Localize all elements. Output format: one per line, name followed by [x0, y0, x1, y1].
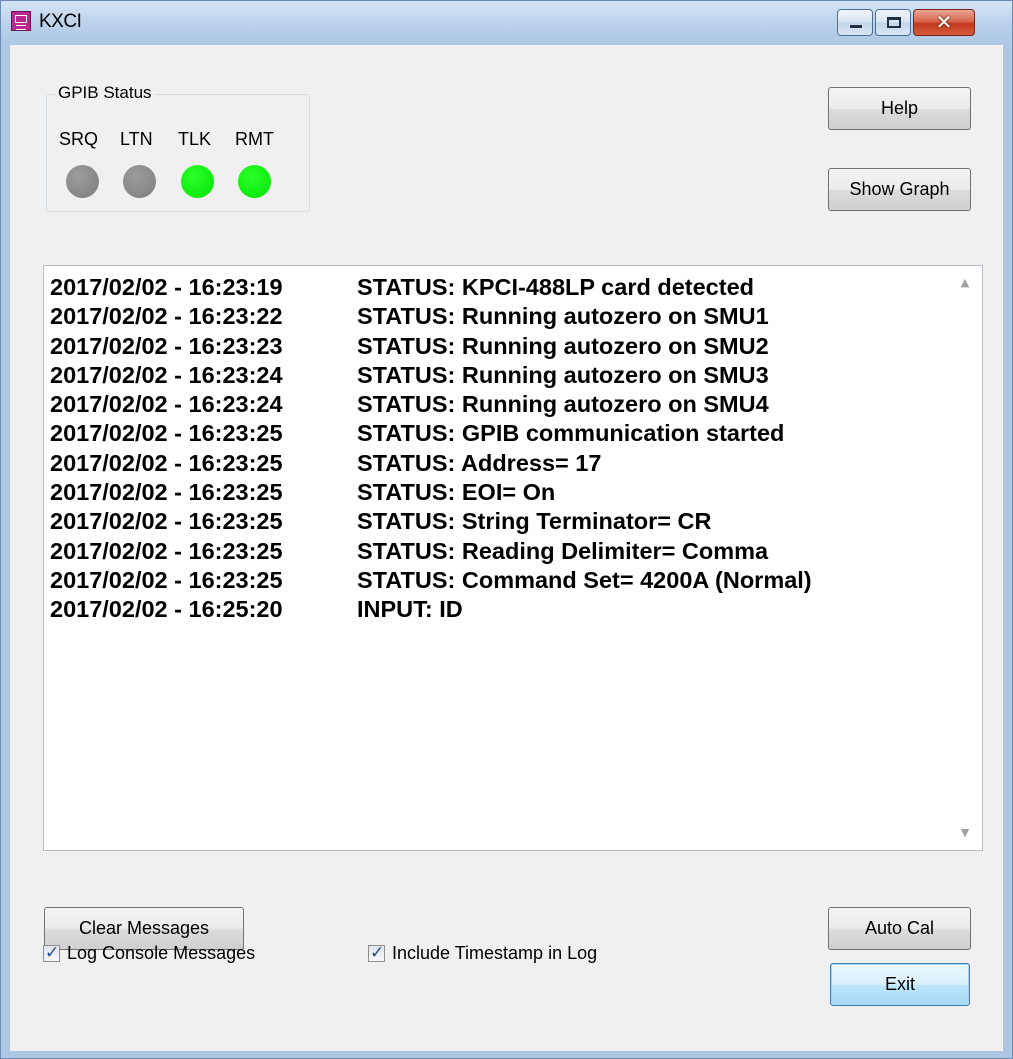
log-line: 2017/02/02 - 16:23:23 STATUS: Running aut…: [50, 332, 930, 361]
close-icon: ✕: [935, 10, 953, 34]
log-message: STATUS: KPCI-488LP card detected: [357, 274, 754, 300]
window-title: KXCI: [39, 11, 82, 32]
log-timestamp: 2017/02/02 - 16:23:25: [50, 537, 283, 564]
log-timestamp: 2017/02/02 - 16:23:25: [50, 508, 283, 535]
help-button[interactable]: Help: [828, 87, 971, 130]
app-icon: [11, 11, 31, 31]
log-console-checkbox[interactable]: ✓ Log Console Messages: [43, 943, 313, 967]
log-line: 2017/02/02 - 16:23:25 STATUS: GPIB commun…: [50, 419, 930, 448]
gpib-status-title: GPIB Status: [55, 83, 155, 103]
log-line: 2017/02/02 - 16:23:25 STATUS: EOI= On: [50, 478, 930, 507]
log-timestamp: 2017/02/02 - 16:23:25: [50, 420, 283, 447]
minimize-icon: [850, 25, 862, 28]
log-message: STATUS: Running autozero on SMU3: [357, 361, 769, 388]
log-console-label[interactable]: Log Console Messages: [67, 943, 255, 964]
kxci-window: KXCI ✕ GPIB Status SRQ LTN TLK RMT Help …: [0, 0, 1013, 1059]
log-message: STATUS: Address= 17: [357, 449, 602, 476]
ltn-label: LTN: [120, 129, 153, 149]
srq-label: SRQ: [59, 129, 99, 149]
include-timestamp-checkbox-box[interactable]: ✓: [368, 943, 385, 963]
scroll-up-arrow-icon[interactable]: ▲: [948, 266, 982, 300]
log-timestamp: 2017/02/02 - 16:23:25: [50, 479, 283, 506]
gpib-status-group: GPIB Status SRQ LTN TLK RMT: [46, 83, 310, 212]
log-message: STATUS: Reading Delimiter= Comma: [357, 537, 769, 564]
log-timestamp: 2017/02/02 - 16:23:22: [50, 303, 283, 330]
log-message: STATUS: String Terminator= CR: [357, 508, 712, 535]
log-lines: 2017/02/02 - 16:23:19 STATUS: KPCI-488LP …: [50, 273, 930, 625]
log-line: 2017/02/02 - 16:23:24 STATUS: Running aut…: [50, 390, 930, 419]
checkmark-icon: ✓: [45, 943, 60, 963]
tlk-indicator: [181, 165, 214, 198]
auto-cal-button[interactable]: Auto Cal: [828, 907, 971, 950]
log-message: INPUT: ID: [357, 596, 463, 623]
srq-indicator: [66, 165, 99, 198]
log-line: 2017/02/02 - 16:23:22 STATUS: Running aut…: [50, 302, 930, 331]
log-line: 2017/02/02 - 16:23:25 STATUS: String Term…: [50, 507, 930, 536]
log-message: STATUS: Running autozero on SMU4: [357, 391, 769, 418]
log-message: STATUS: Running autozero on SMU2: [357, 332, 769, 359]
log-scrollbar[interactable]: ▲ ▼: [948, 266, 982, 850]
log-timestamp: 2017/02/02 - 16:23:25: [50, 566, 283, 593]
client-area: GPIB Status SRQ LTN TLK RMT Help Show Gr…: [10, 45, 1003, 1051]
include-timestamp-checkbox[interactable]: ✓ Include Timestamp in Log: [368, 943, 648, 967]
maximize-button[interactable]: [875, 9, 911, 36]
log-line: 2017/02/02 - 16:23:25 STATUS: Reading Del…: [50, 537, 930, 566]
log-timestamp: 2017/02/02 - 16:25:20: [50, 596, 283, 623]
ltn-indicator: [123, 165, 156, 198]
log-timestamp: 2017/02/02 - 16:23:19: [50, 274, 283, 300]
log-message: STATUS: Command Set= 4200A (Normal): [357, 566, 812, 593]
log-line: 2017/02/02 - 16:23:19 STATUS: KPCI-488LP …: [50, 273, 930, 302]
log-timestamp: 2017/02/02 - 16:23:23: [50, 332, 283, 359]
log-timestamp: 2017/02/02 - 16:23:25: [50, 449, 283, 476]
tlk-label: TLK: [178, 129, 212, 149]
log-line: 2017/02/02 - 16:23:25 STATUS: Command Set…: [50, 566, 930, 595]
message-log[interactable]: 2017/02/02 - 16:23:19 STATUS: KPCI-488LP …: [43, 265, 983, 851]
show-graph-button[interactable]: Show Graph: [828, 168, 971, 211]
log-line: 2017/02/02 - 16:23:24 STATUS: Running aut…: [50, 361, 930, 390]
log-message: STATUS: EOI= On: [357, 479, 556, 506]
log-line: 2017/02/02 - 16:25:20 INPUT: ID: [50, 595, 930, 624]
close-button[interactable]: ✕: [913, 9, 975, 36]
rmt-indicator: [238, 165, 271, 198]
log-line: 2017/02/02 - 16:23:25 STATUS: Address= 17: [50, 449, 930, 478]
log-timestamp: 2017/02/02 - 16:23:24: [50, 391, 283, 418]
exit-button[interactable]: Exit: [830, 963, 970, 1006]
maximize-icon: [887, 17, 901, 28]
scroll-down-arrow-icon[interactable]: ▼: [948, 816, 982, 850]
log-message: STATUS: Running autozero on SMU1: [357, 303, 769, 330]
log-console-checkbox-box[interactable]: ✓: [43, 943, 60, 963]
rmt-label: RMT: [235, 129, 274, 149]
checkmark-icon: ✓: [370, 943, 385, 963]
include-timestamp-label[interactable]: Include Timestamp in Log: [392, 943, 597, 964]
minimize-button[interactable]: [837, 9, 873, 36]
log-message: STATUS: GPIB communication started: [357, 420, 785, 447]
title-bar[interactable]: KXCI ✕: [1, 1, 1012, 45]
log-timestamp: 2017/02/02 - 16:23:24: [50, 361, 283, 388]
